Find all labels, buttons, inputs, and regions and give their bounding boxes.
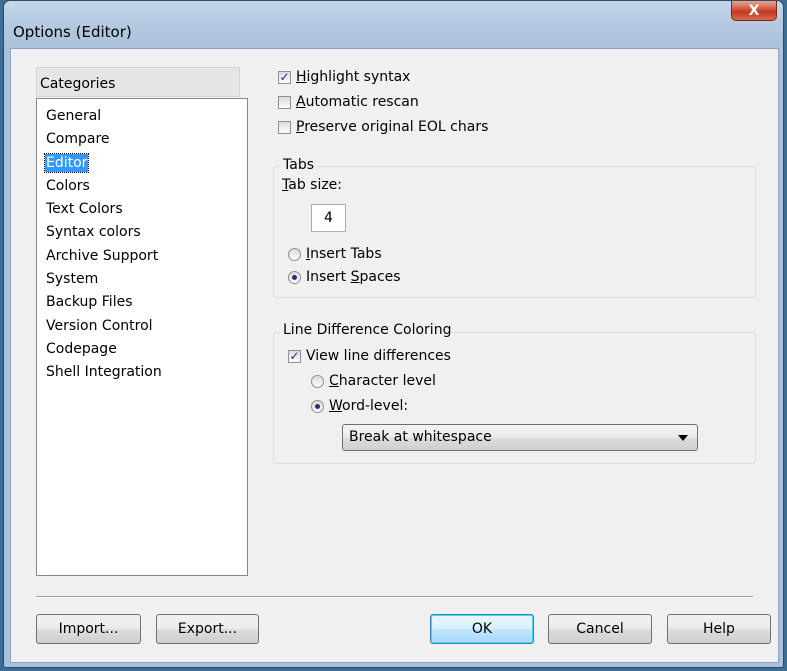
category-text-colors[interactable]: Text Colors [37, 198, 247, 221]
divider [36, 596, 753, 598]
window-title: Options (Editor) [13, 23, 132, 41]
categories-header: Categories [36, 67, 240, 97]
category-editor[interactable]: Editor [37, 152, 247, 175]
export-button[interactable]: Export... [156, 614, 259, 644]
highlight-syntax-checkbox[interactable]: ✓ Highlight syntax [278, 67, 410, 87]
category-general[interactable]: General [37, 105, 247, 128]
word-level-radio[interactable]: Word-level: [311, 396, 408, 416]
categories-list[interactable]: General Compare Editor Colors Text Color… [36, 98, 248, 576]
chevron-down-icon [678, 435, 688, 441]
category-compare[interactable]: Compare [37, 128, 247, 151]
radio-selected-icon [311, 399, 324, 413]
category-shell-integration[interactable]: Shell Integration [37, 361, 247, 384]
ok-button[interactable]: OK [430, 614, 534, 644]
import-button[interactable]: Import... [36, 614, 141, 644]
radio-selected-icon [288, 270, 301, 284]
character-level-radio[interactable]: Character level [311, 371, 436, 391]
close-button[interactable]: X [731, 1, 777, 21]
tab-size-input[interactable]: 4 [311, 204, 346, 232]
options-dialog: Options (Editor) X Categories General Co… [3, 0, 784, 668]
checkbox-unchecked-icon [278, 95, 291, 109]
line-diff-group-label: Line Difference Coloring [280, 322, 455, 338]
view-line-differences-checkbox[interactable]: ✓ View line differences [288, 346, 451, 366]
help-button[interactable]: Help [667, 614, 771, 644]
category-backup-files[interactable]: Backup Files [37, 291, 247, 314]
checkbox-unchecked-icon [278, 120, 291, 134]
insert-tabs-radio[interactable]: Insert Tabs [288, 244, 382, 264]
checkbox-checked-icon: ✓ [288, 349, 301, 363]
category-codepage[interactable]: Codepage [37, 338, 247, 361]
dialog-client-area: Categories General Compare Editor Colors… [10, 48, 779, 663]
automatic-rescan-checkbox[interactable]: Automatic rescan [278, 92, 419, 112]
category-archive-support[interactable]: Archive Support [37, 245, 247, 268]
category-system[interactable]: System [37, 268, 247, 291]
tabs-group-label: Tabs [280, 157, 317, 173]
radio-unselected-icon [288, 247, 301, 261]
category-colors[interactable]: Colors [37, 175, 247, 198]
category-syntax-colors[interactable]: Syntax colors [37, 221, 247, 244]
cancel-button[interactable]: Cancel [548, 614, 652, 644]
tab-size-label: Tab size: [282, 177, 343, 193]
close-icon: X [748, 2, 760, 19]
insert-spaces-radio[interactable]: Insert Spaces [288, 267, 401, 287]
word-break-select[interactable]: Break at whitespace [342, 424, 698, 451]
checkbox-checked-icon: ✓ [278, 70, 291, 84]
category-version-control[interactable]: Version Control [37, 315, 247, 338]
radio-unselected-icon [311, 374, 324, 388]
preserve-eol-checkbox[interactable]: Preserve original EOL chars [278, 117, 488, 137]
